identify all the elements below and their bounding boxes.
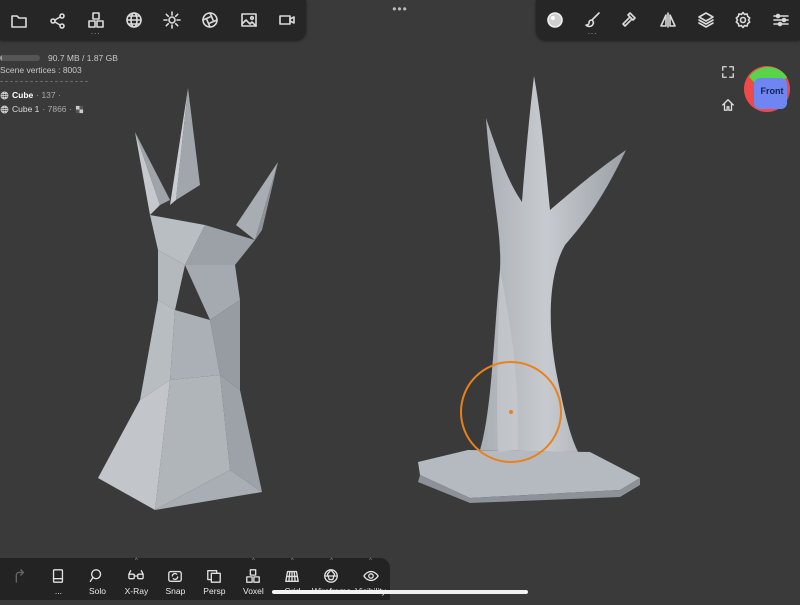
toolbar-record-button[interactable]: [270, 3, 304, 37]
snap-label: Snap: [165, 586, 186, 596]
nodes-icon: [48, 11, 66, 29]
mesh-cube-1[interactable]: [418, 76, 640, 503]
toolbar-tools-button[interactable]: ...: [79, 3, 113, 37]
snap-button[interactable]: Snap: [156, 558, 195, 600]
gizmo-front-label[interactable]: Front: [753, 86, 791, 96]
scene-vertices: Scene vertices : 8003: [0, 65, 82, 75]
symmetry-icon: [659, 11, 677, 29]
toolbar-layers-button[interactable]: [689, 3, 723, 37]
solo-button[interactable]: Solo: [78, 558, 117, 600]
sliders-icon: [772, 11, 790, 29]
memory-bar-fill: [0, 54, 2, 61]
toolbar-lighting-button[interactable]: [155, 3, 189, 37]
memory-bar: [0, 54, 40, 61]
object-list: Cube · 137 · Cube 1 · 7866 ·: [0, 88, 118, 116]
voxel-label: Voxel: [243, 586, 264, 596]
info-divider: [0, 81, 88, 82]
scene-canvas[interactable]: [0, 0, 800, 600]
memory-row: 90.7 MB / 1.87 GB: [0, 52, 118, 63]
sculpt-viewport[interactable]: [0, 0, 800, 600]
toolbar-brush-button[interactable]: ...: [576, 3, 610, 37]
toolbar-files-button[interactable]: [2, 3, 36, 37]
xray-label: X-Ray: [124, 586, 149, 596]
toolbar-background-button[interactable]: [232, 3, 266, 37]
aperture-icon: [201, 11, 219, 29]
top-toolbar-left: ...: [0, 0, 306, 40]
object-name: Cube: [12, 90, 34, 100]
toolbar-stroke-button[interactable]: [613, 3, 647, 37]
checker-icon[interactable]: [75, 105, 84, 114]
camera-snap-icon: [167, 558, 183, 584]
hammer-icon: [621, 11, 639, 29]
toolbar-topology-button[interactable]: [117, 3, 151, 37]
more-indicator: ...: [587, 27, 598, 36]
image-icon: [240, 11, 258, 29]
perspective-icon: [206, 558, 222, 584]
memory-label: 90.7 MB / 1.87 GB: [48, 52, 118, 63]
mesh-sphere-icon: [0, 91, 9, 100]
toolbar-material-button[interactable]: [538, 3, 572, 37]
scene-info-panel: 90.7 MB / 1.87 GB Scene vertices : 8003 …: [0, 52, 118, 116]
submenu-caret: ^: [290, 558, 294, 564]
object-list-item[interactable]: Cube 1 · 7866 ·: [0, 102, 118, 116]
fullscreen-icon[interactable]: [720, 64, 736, 80]
persp-label: Persp: [203, 586, 226, 596]
history-button[interactable]: ...: [39, 558, 78, 600]
xray-button[interactable]: ^ X-Ray: [117, 558, 156, 600]
voxel-button[interactable]: ^ Voxel: [234, 558, 273, 600]
redo-icon: [11, 558, 27, 584]
toolbar-scene-button[interactable]: [40, 3, 74, 37]
mesh-sphere-icon: [125, 11, 143, 29]
menu-dots[interactable]: •••: [390, 2, 410, 16]
mesh-sphere-icon: [0, 105, 9, 114]
material-sphere-icon: [546, 11, 564, 29]
magnifier-icon: [89, 558, 105, 584]
persp-button[interactable]: Persp: [195, 558, 234, 600]
history-icon: [50, 558, 66, 584]
redo-button[interactable]: [0, 558, 39, 600]
more-indicator: ...: [90, 27, 101, 36]
object-vertex-count: · 137 ·: [36, 90, 61, 100]
object-list-item[interactable]: Cube · 137 ·: [0, 88, 118, 102]
toolbar-camera-button[interactable]: [193, 3, 227, 37]
video-camera-icon: [278, 11, 296, 29]
submenu-caret: ^: [251, 558, 255, 564]
solo-label: Solo: [88, 586, 106, 596]
home-indicator[interactable]: [272, 590, 528, 594]
top-toolbar-right: ...: [536, 0, 800, 40]
folder-icon: [10, 11, 28, 29]
submenu-caret: ^: [369, 558, 372, 564]
mesh-cube[interactable]: [98, 88, 278, 510]
sun-icon: [163, 11, 181, 29]
layers-icon: [697, 11, 715, 29]
home-icon[interactable]: [720, 97, 736, 113]
history-label: ...: [54, 586, 63, 596]
object-vertex-count: · 7866 ·: [42, 104, 72, 114]
object-name: Cube 1: [12, 104, 40, 114]
submenu-caret: ^: [135, 558, 138, 564]
toolbar-symmetry-button[interactable]: [651, 3, 685, 37]
gear-icon: [734, 11, 752, 29]
submenu-caret: ^: [330, 558, 333, 564]
toolbar-settings-button[interactable]: [726, 3, 760, 37]
toolbar-sliders-button[interactable]: [764, 3, 798, 37]
